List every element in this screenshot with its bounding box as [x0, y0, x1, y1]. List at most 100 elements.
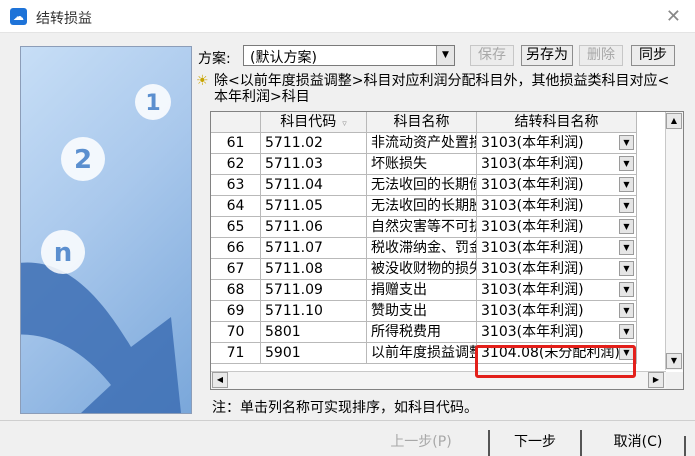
cancel-button[interactable]: 取消(C) [598, 430, 678, 456]
row-number-text: 71 [226, 345, 245, 361]
row-number: 67 [211, 259, 261, 280]
account-name-cell-text: 非流动资产处置损失 [371, 135, 476, 151]
account-code-cell-text: 5711.06 [265, 219, 323, 235]
lightbulb-icon: ☀ [196, 73, 209, 89]
chevron-down-icon[interactable]: ▼ [619, 156, 634, 171]
col-header-account-code-label: 科目代码 [280, 114, 337, 130]
save-button[interactable]: 保存 [470, 45, 514, 66]
target-account-cell[interactable]: 3103(本年利润) ▼ [477, 217, 637, 238]
account-name-cell-text: 自然灾害等不可抗力因素造成的损失 [371, 219, 477, 235]
delete-button[interactable]: 删除 [579, 45, 623, 66]
row-number-text: 61 [226, 135, 245, 151]
dialog-title: 结转损益 [36, 11, 92, 27]
scroll-down-icon[interactable]: ▼ [666, 353, 682, 369]
chevron-down-icon[interactable]: ▼ [619, 324, 634, 339]
target-account-cell[interactable]: 3103(本年利润) ▼ [477, 238, 637, 259]
account-code-cell: 5711.07 [261, 238, 367, 259]
col-header-target-account[interactable]: 结转科目名称 [477, 112, 637, 133]
target-account-cell[interactable]: 3103(本年利润) ▼ [477, 259, 637, 280]
chevron-down-icon[interactable]: ▼ [619, 198, 634, 213]
target-account-cell-text: 3103(本年利润) [481, 156, 584, 172]
account-name-cell-text: 所得税费用 [371, 324, 441, 340]
target-account-cell[interactable]: 3103(本年利润) ▼ [477, 154, 637, 175]
cloud-logo-icon: ☁ [10, 8, 27, 25]
chevron-down-icon[interactable]: ▼ [619, 219, 634, 234]
close-icon[interactable]: ✕ [666, 6, 681, 27]
vertical-scrollbar[interactable]: ▲ ▼ [665, 112, 683, 370]
account-code-cell-text: 5711.07 [265, 240, 323, 256]
account-name-cell: 被没收财物的损失 [367, 259, 477, 280]
next-button[interactable]: 下一步 [488, 430, 582, 456]
row-number-text: 69 [226, 303, 245, 319]
chevron-down-icon[interactable]: ▼ [619, 282, 634, 297]
account-code-cell-text: 5801 [265, 324, 301, 340]
row-number: 68 [211, 280, 261, 301]
chevron-down-icon[interactable]: ▼ [619, 261, 634, 276]
chevron-down-icon[interactable]: ▼ [619, 135, 634, 150]
col-header-index[interactable] [211, 112, 261, 133]
col-header-account-code[interactable]: 科目代码 ▿ [261, 112, 367, 133]
account-code-cell-text: 5901 [265, 345, 301, 361]
highlight-box [475, 345, 636, 378]
account-name-cell: 赞助支出 [367, 301, 477, 322]
account-name-cell: 所得税费用 [367, 322, 477, 343]
target-account-cell[interactable]: 3103(本年利润) ▼ [477, 301, 637, 322]
row-number: 63 [211, 175, 261, 196]
target-account-cell[interactable]: 3103(本年利润) ▼ [477, 196, 637, 217]
account-code-cell-text: 5711.10 [265, 303, 323, 319]
scroll-left-icon[interactable]: ◀ [212, 372, 228, 388]
chevron-down-icon[interactable]: ▼ [619, 303, 634, 318]
account-code-cell-text: 5711.02 [265, 135, 323, 151]
scroll-right-icon[interactable]: ▶ [648, 372, 664, 388]
scroll-up-icon[interactable]: ▲ [666, 113, 682, 129]
row-number-text: 65 [226, 219, 245, 235]
account-code-cell: 5711.08 [261, 259, 367, 280]
account-code-cell-text: 5711.09 [265, 282, 323, 298]
account-name-cell: 坏账损失 [367, 154, 477, 175]
target-account-cell-text: 3103(本年利润) [481, 282, 584, 298]
account-name-cell: 非流动资产处置损失 [367, 133, 477, 154]
account-name-cell: 税收滞纳金、罚金、罚款 [367, 238, 477, 259]
target-account-cell[interactable]: 3103(本年利润) ▼ [477, 175, 637, 196]
target-account-cell[interactable]: 3103(本年利润) ▼ [477, 133, 637, 154]
account-code-cell: 5711.05 [261, 196, 367, 217]
target-account-cell-text: 3103(本年利润) [481, 135, 584, 151]
account-code-cell: 5711.03 [261, 154, 367, 175]
footer-divider [0, 420, 695, 421]
account-name-cell-text: 税收滞纳金、罚金、罚款 [371, 240, 476, 256]
col-header-account-name[interactable]: 科目名称 [367, 112, 477, 133]
row-number: 69 [211, 301, 261, 322]
row-number-text: 63 [226, 177, 245, 193]
account-name-cell-text: 无法收回的长期股权投资损失 [371, 198, 476, 214]
target-account-cell[interactable]: 3103(本年利润) ▼ [477, 280, 637, 301]
target-account-cell[interactable]: 3103(本年利润) ▼ [477, 322, 637, 343]
row-number: 64 [211, 196, 261, 217]
button-edge [684, 436, 686, 456]
account-code-cell: 5711.02 [261, 133, 367, 154]
account-name-cell: 捐赠支出 [367, 280, 477, 301]
scheme-label: 方案: [198, 51, 231, 67]
account-code-cell: 5801 [261, 322, 367, 343]
scrollbar-corner [666, 372, 683, 389]
account-name-cell: 无法收回的长期股权投资损失 [367, 196, 477, 217]
account-code-cell: 5711.06 [261, 217, 367, 238]
chevron-down-icon[interactable]: ▼ [436, 46, 454, 65]
account-code-cell: 5711.04 [261, 175, 367, 196]
save-as-button[interactable]: 另存为 [521, 45, 573, 66]
account-code-cell-text: 5711.03 [265, 156, 323, 172]
row-number-text: 67 [226, 261, 245, 277]
scheme-select[interactable]: (默认方案) ▼ [243, 45, 455, 66]
account-name-cell-text: 捐赠支出 [371, 282, 427, 298]
sort-hint-text: 注：单击列名称可实现排序，如科目代码。 [212, 400, 478, 416]
chevron-down-icon[interactable]: ▼ [619, 240, 634, 255]
account-code-cell: 5901 [261, 343, 367, 364]
wizard-illustration: 1 2 n [20, 46, 192, 414]
svg-text:n: n [54, 238, 73, 268]
account-code-cell-text: 5711.08 [265, 261, 323, 277]
account-name-cell-text: 无法收回的长期债券投资损失 [371, 177, 476, 193]
sync-button[interactable]: 同步 [631, 45, 675, 66]
svg-text:1: 1 [145, 91, 160, 116]
chevron-down-icon[interactable]: ▼ [619, 177, 634, 192]
prev-button[interactable]: 上一步(P) [376, 430, 466, 456]
row-number-text: 64 [226, 198, 245, 214]
